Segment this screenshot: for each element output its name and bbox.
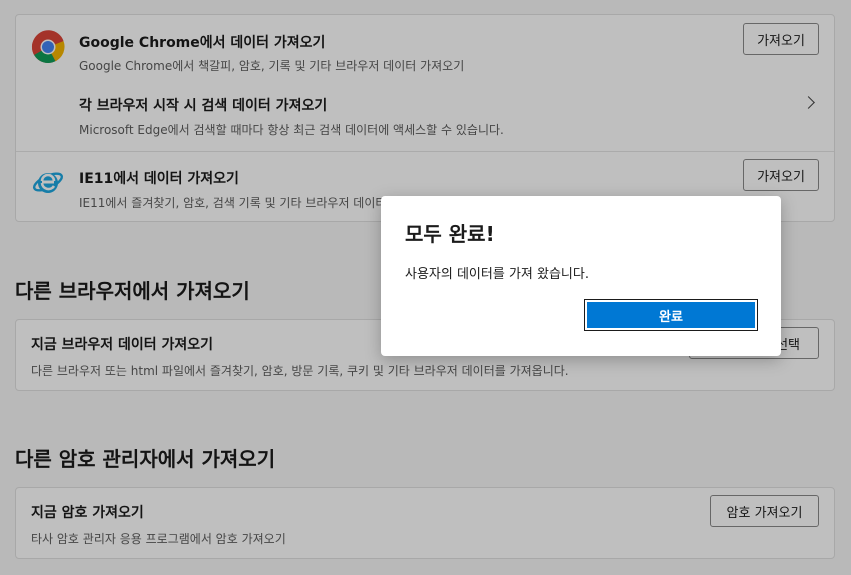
dialog-message: 사용자의 데이터를 가져 왔습니다.	[405, 267, 589, 282]
dialog-title: 모두 완료!	[405, 222, 495, 246]
import-complete-dialog: 모두 완료! 사용자의 데이터를 가져 왔습니다. 완료	[381, 196, 781, 356]
done-button[interactable]: 완료	[584, 299, 758, 331]
